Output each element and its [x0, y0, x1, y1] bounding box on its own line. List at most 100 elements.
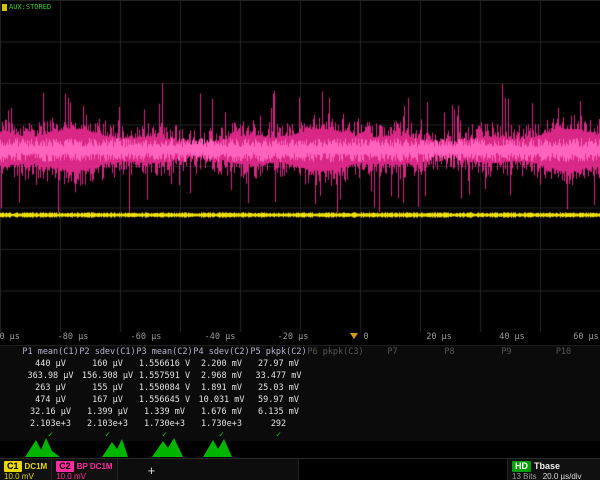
meas-header-p2[interactable]: P2 sdev(C1)	[79, 346, 136, 358]
meas-cell: 167 µV	[79, 394, 136, 406]
c1-vdiv: 10.0 mV	[4, 472, 47, 480]
meas-cell: 59.97 mV	[250, 394, 307, 406]
add-trace-button[interactable]: +	[118, 459, 299, 480]
meas-cell: 2.103e+3	[79, 418, 136, 430]
histicon	[25, 438, 60, 457]
meas-cell	[421, 418, 478, 430]
meas-cell	[535, 394, 592, 406]
meas-cell: 1.730e+3	[193, 418, 250, 430]
c2-vdiv: 10.0 mV	[56, 472, 112, 480]
meas-cell	[364, 406, 421, 418]
meas-cell	[535, 382, 592, 394]
channel-c1-descriptor[interactable]: C1 DC1M 10.0 mV	[0, 459, 52, 480]
meas-cell: 27.97 mV	[250, 358, 307, 370]
status-text: AUX:STORED	[9, 3, 51, 11]
c1-coupling: DC1M	[25, 462, 48, 471]
meas-cell	[478, 394, 535, 406]
meas-cell: 32.16 µV	[22, 406, 79, 418]
oscilloscope-screen: AUX:STORED -100 µs-80 µs-60 µs-40 µs-20 …	[0, 0, 600, 480]
timebase-bits: 13 Bits	[512, 472, 536, 480]
meas-cell: 2.103e+3	[22, 418, 79, 430]
meas-cell: 10.031 mV	[193, 394, 250, 406]
meas-cell	[421, 394, 478, 406]
meas-cell	[535, 358, 592, 370]
timebase-label: Tbase	[534, 461, 560, 471]
meas-cell: 363.98 µV	[22, 370, 79, 382]
plus-icon: +	[148, 463, 156, 478]
status-marker-icon	[2, 4, 7, 11]
graticule-canvas	[0, 0, 600, 332]
meas-cell	[307, 418, 364, 430]
meas-cell	[535, 418, 592, 430]
hd-badge: HD	[512, 461, 531, 472]
meas-cell	[421, 358, 478, 370]
meas-cell	[478, 418, 535, 430]
meas-cell: 292	[250, 418, 307, 430]
meas-cell	[478, 358, 535, 370]
histicon	[203, 439, 232, 457]
time-axis-label: 20 µs	[426, 332, 452, 342]
meas-cell	[307, 406, 364, 418]
c2-badge: C2	[56, 461, 74, 472]
histicon-svg	[0, 436, 600, 458]
meas-header-p5[interactable]: P5 pkpk(C2)	[250, 346, 307, 358]
meas-cell: 160 µV	[79, 358, 136, 370]
meas-cell: 2.968 mV	[193, 370, 250, 382]
meas-cell: 1.676 mV	[193, 406, 250, 418]
status-topleft: AUX:STORED	[2, 3, 51, 11]
time-axis-label: 60 µs	[573, 332, 599, 342]
meas-cell	[535, 370, 592, 382]
meas-cell: 1.557591 V	[136, 370, 193, 382]
meas-cell	[307, 370, 364, 382]
meas-header-p6[interactable]: P6 pkpk(C3)	[307, 346, 364, 358]
meas-cell: 2.200 mV	[193, 358, 250, 370]
meas-header-p1[interactable]: P1 mean(C1)	[22, 346, 79, 358]
histicon	[152, 438, 183, 457]
time-axis-label: 40 µs	[499, 332, 525, 342]
meas-cell: 263 µV	[22, 382, 79, 394]
meas-cell	[307, 382, 364, 394]
meas-cell	[364, 394, 421, 406]
meas-cell: 1.556616 V	[136, 358, 193, 370]
meas-cell	[478, 370, 535, 382]
c1-badge: C1	[4, 461, 22, 472]
meas-cell: 1.550084 V	[136, 382, 193, 394]
meas-cell: 33.477 mV	[250, 370, 307, 382]
meas-cell	[535, 406, 592, 418]
trigger-position-icon	[350, 333, 358, 339]
channel-c2-descriptor[interactable]: C2 BP DC1M 10.0 mV	[52, 459, 117, 480]
meas-cell: 1.891 mV	[193, 382, 250, 394]
c2-coupling: BP DC1M	[77, 462, 113, 471]
meas-cell	[307, 358, 364, 370]
meas-cell	[421, 370, 478, 382]
meas-cell: 1.339 mV	[136, 406, 193, 418]
timebase-tdiv: 20.0 µs/div	[543, 472, 582, 480]
time-axis: -100 µs-80 µs-60 µs-40 µs-20 µs020 µs40 …	[0, 332, 600, 344]
meas-cell	[478, 382, 535, 394]
meas-cell: 6.135 mV	[250, 406, 307, 418]
meas-cell	[364, 382, 421, 394]
meas-header-p3[interactable]: P3 mean(C2)	[136, 346, 193, 358]
meas-cell: 1.556645 V	[136, 394, 193, 406]
meas-header-p7[interactable]: P7	[364, 346, 421, 358]
time-axis-label: -40 µs	[205, 332, 236, 342]
meas-header-p10[interactable]: P10	[535, 346, 592, 358]
time-axis-label: -20 µs	[278, 332, 309, 342]
meas-cell	[421, 406, 478, 418]
meas-cell	[421, 382, 478, 394]
meas-cell: 155 µV	[79, 382, 136, 394]
measure-table: P1 mean(C1)P2 sdev(C1)P3 mean(C2)P4 sdev…	[0, 345, 600, 441]
time-axis-label: -60 µs	[131, 332, 162, 342]
meas-header-p9[interactable]: P9	[478, 346, 535, 358]
meas-cell	[364, 358, 421, 370]
meas-cell: 25.03 mV	[250, 382, 307, 394]
meas-cell	[364, 370, 421, 382]
timebase-descriptor[interactable]: HD Tbase 13 Bits 20.0 µs/div	[507, 459, 600, 480]
meas-cell: 156.308 µV	[79, 370, 136, 382]
meas-header-p8[interactable]: P8	[421, 346, 478, 358]
histicon	[102, 439, 128, 457]
time-axis-label: -80 µs	[58, 332, 89, 342]
meas-cell: 1.730e+3	[136, 418, 193, 430]
meas-cell: 474 µV	[22, 394, 79, 406]
meas-header-p4[interactable]: P4 sdev(C2)	[193, 346, 250, 358]
